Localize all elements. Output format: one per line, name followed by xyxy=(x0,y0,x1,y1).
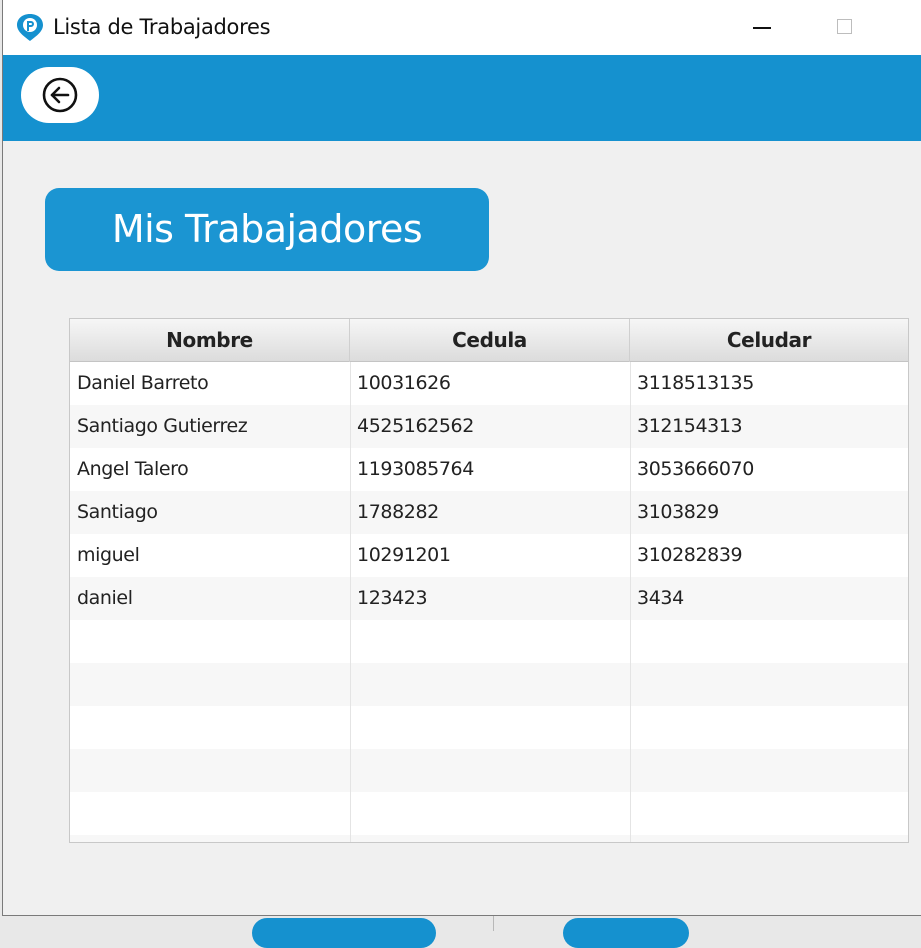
cell-celular: 3434 xyxy=(637,587,684,609)
empty-table-row xyxy=(70,663,908,706)
cell-celular: 3053666070 xyxy=(637,458,754,480)
background-button-right xyxy=(563,918,689,948)
cell-cedula: 10291201 xyxy=(357,544,451,566)
back-button[interactable] xyxy=(21,67,99,123)
cell-cedula: 1788282 xyxy=(357,501,439,523)
workers-table[interactable]: Nombre Cedula Celudar Daniel Barreto 100… xyxy=(69,318,909,843)
empty-table-row xyxy=(70,749,908,792)
empty-table-row xyxy=(70,792,908,835)
title-bar: Lista de Trabajadores xyxy=(3,0,921,55)
empty-table-row xyxy=(70,835,908,842)
maximize-button[interactable] xyxy=(837,19,852,34)
page-title: Mis Trabajadores xyxy=(111,207,423,251)
column-divider xyxy=(350,362,351,842)
arrow-left-circle-icon xyxy=(42,77,78,113)
cell-nombre: Angel Talero xyxy=(77,458,189,480)
window-title: Lista de Trabajadores xyxy=(53,15,271,39)
page-title-banner: Mis Trabajadores xyxy=(45,188,489,271)
toolbar xyxy=(3,55,921,141)
table-row[interactable]: Daniel Barreto 10031626 3118513135 xyxy=(70,362,908,405)
cell-nombre: Daniel Barreto xyxy=(77,372,209,394)
cell-nombre: miguel xyxy=(77,544,140,566)
table-row[interactable]: Angel Talero 1193085764 3053666070 xyxy=(70,448,908,491)
table-row[interactable]: daniel 123423 3434 xyxy=(70,577,908,620)
workers-window: Lista de Trabajadores Mis Trabajadores N… xyxy=(2,0,921,916)
table-row[interactable]: miguel 10291201 310282839 xyxy=(70,534,908,577)
cell-nombre: Santiago xyxy=(77,501,158,523)
cell-cedula: 4525162562 xyxy=(357,415,474,437)
background-button-left xyxy=(252,918,436,948)
cell-cedula: 1193085764 xyxy=(357,458,474,480)
app-pin-icon xyxy=(17,14,43,41)
background-divider xyxy=(493,916,494,931)
cell-cedula: 10031626 xyxy=(357,372,451,394)
cell-celular: 310282839 xyxy=(637,544,743,566)
cell-celular: 312154313 xyxy=(637,415,743,437)
cell-celular: 3118513135 xyxy=(637,372,754,394)
table-row[interactable]: Santiago 1788282 3103829 xyxy=(70,491,908,534)
cell-nombre: Santiago Gutierrez xyxy=(77,415,248,437)
column-header-celular[interactable]: Celudar xyxy=(630,319,908,362)
cell-cedula: 123423 xyxy=(357,587,428,609)
cell-nombre: daniel xyxy=(77,587,133,609)
table-header: Nombre Cedula Celudar xyxy=(70,319,908,362)
cell-celular: 3103829 xyxy=(637,501,719,523)
column-header-nombre[interactable]: Nombre xyxy=(70,319,350,362)
minimize-button[interactable] xyxy=(753,27,771,29)
table-row[interactable]: Santiago Gutierrez 4525162562 312154313 xyxy=(70,405,908,448)
column-header-cedula[interactable]: Cedula xyxy=(350,319,630,362)
column-divider xyxy=(630,362,631,842)
empty-table-row xyxy=(70,706,908,749)
empty-table-row xyxy=(70,620,908,663)
